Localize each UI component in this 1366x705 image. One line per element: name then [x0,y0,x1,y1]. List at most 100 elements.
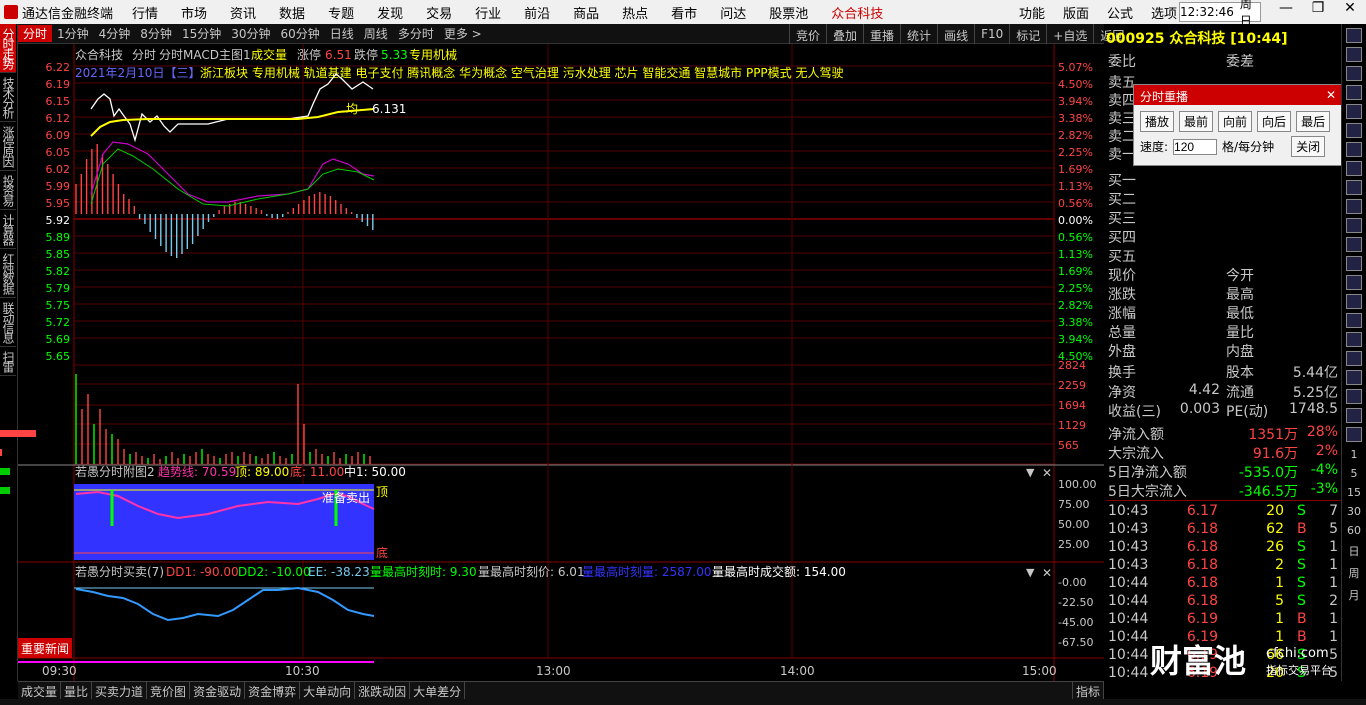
close-button[interactable]: ✕ [1334,0,1366,16]
bottom-tab[interactable]: 资金博弈 [245,682,301,699]
left-tab[interactable]: 扫雷 [0,347,16,376]
tool-button[interactable]: 竞价 [789,24,826,44]
sidebar-period[interactable]: 日 [1342,543,1366,559]
bottom-tab[interactable]: 买卖力道 [92,682,148,699]
menu-item[interactable]: 看市 [659,3,708,22]
left-tab[interactable]: 分时走势 [0,24,16,73]
period-tab[interactable]: 周线 [359,25,393,42]
minimize-button[interactable]: — [1270,0,1302,16]
sub2-close-icon: ✕ [1042,566,1052,580]
sidebar-period[interactable]: 月 [1342,587,1366,603]
sidebar-tool-icon[interactable] [1346,275,1362,290]
tool-button[interactable]: +自选 [1046,24,1093,44]
sidebar-tool-icon[interactable] [1346,351,1362,366]
menu-item[interactable]: 数据 [267,3,316,22]
sidebar-tool-icon[interactable] [1346,28,1362,43]
sidebar-tool-icon[interactable] [1346,142,1362,157]
sidebar-tool-icon[interactable] [1346,332,1362,347]
intraday-chart[interactable]: 6.22 6.19 6.15 6.12 6.09 6.05 6.02 5.99 5.95 5.92… [18,44,1104,681]
menu-item[interactable]: 商品 [561,3,610,22]
first-button[interactable]: 最前 [1179,111,1214,132]
sidebar-period[interactable]: 60 [1342,524,1366,537]
tool-button[interactable]: 叠加 [826,24,863,44]
sidebar-tool-icon[interactable] [1346,85,1362,100]
period-tab[interactable]: 60分钟 [276,25,325,42]
sidebar-tool-icon[interactable] [1346,218,1362,233]
bottom-tab[interactable]: 量比 [61,682,93,699]
sidebar-period[interactable]: 1 [1342,448,1366,461]
menu-item[interactable]: 交易 [414,3,463,22]
tool-button[interactable]: 标记 [1009,24,1046,44]
period-tab[interactable]: 4分钟 [94,25,136,42]
left-tab[interactable]: 涨停原因 [0,122,16,171]
sidebar-tool-icon[interactable] [1346,161,1362,176]
tool-button[interactable]: 画线 [937,24,974,44]
sidebar-tool-icon[interactable] [1346,408,1362,423]
period-tab[interactable]: 分时 [18,25,53,42]
sidebar-period[interactable]: 15 [1342,486,1366,499]
sidebar-tool-icon[interactable] [1346,66,1362,81]
menu-item[interactable]: 版面 [1054,3,1098,22]
tool-button[interactable]: 重播 [863,24,900,44]
menu-item[interactable]: 资讯 [218,3,267,22]
sidebar-period[interactable]: 30 [1342,505,1366,518]
sidebar-tool-icon[interactable] [1346,389,1362,404]
period-tab[interactable]: 30分钟 [226,25,275,42]
bottom-tab[interactable]: 资金驱动 [190,682,246,699]
next-button[interactable]: 向后 [1257,111,1292,132]
sidebar-tool-icon[interactable] [1346,294,1362,309]
sidebar-tool-icon[interactable] [1346,370,1362,385]
period-tab[interactable]: 日线 [325,25,359,42]
period-tab[interactable]: 多分时 [393,25,439,42]
sidebar-tool-icon[interactable] [1346,237,1362,252]
news-button[interactable]: 重要新闻 [21,641,69,656]
menu-item[interactable]: 市场 [169,3,218,22]
restore-button[interactable]: ❐ [1302,0,1334,16]
sidebar-tool-icon[interactable] [1346,256,1362,271]
left-tab[interactable]: 技术分析 [0,73,16,122]
play-button[interactable]: 播放 [1140,111,1175,132]
period-tab[interactable]: 更多 > [439,25,487,42]
sidebar-tool-icon[interactable] [1346,47,1362,62]
sidebar-tool-icon[interactable] [1346,123,1362,138]
last-button[interactable]: 最后 [1296,111,1331,132]
tool-button[interactable]: 统计 [900,24,937,44]
bottom-tab[interactable]: 成交量 [18,682,62,699]
sidebar-period[interactable]: 周 [1342,565,1366,581]
menu-item[interactable]: 行业 [463,3,512,22]
bottom-tab[interactable]: 大单动向 [300,682,356,699]
dialog-close-icon[interactable]: ✕ [1326,88,1336,102]
menu-item[interactable]: 发现 [365,3,414,22]
menu-item[interactable]: 行情 [120,3,169,22]
left-tab[interactable]: 联动信息 [0,298,16,347]
tool-button[interactable]: F10 [974,24,1009,44]
bottom-tab[interactable]: 大单差分 [410,682,466,699]
price-tick: 6.05 [46,146,71,159]
sidebar-tool-icon[interactable] [1346,104,1362,119]
prev-button[interactable]: 向前 [1218,111,1253,132]
menu-item[interactable]: 股票池 [757,3,819,22]
bottom-tab[interactable]: 竞价图 [147,682,191,699]
menu-item[interactable]: 前沿 [512,3,561,22]
menu-item[interactable]: 公式 [1098,3,1142,22]
left-tab[interactable]: 计算器 [0,210,16,249]
close-dialog-button[interactable]: 关闭 [1291,136,1326,157]
sidebar-tool-icon[interactable] [1346,313,1362,328]
sidebar-tool-icon[interactable] [1346,199,1362,214]
bottom-tab[interactable]: 涨跌动因 [355,682,411,699]
sidebar-tool-icon[interactable] [1346,180,1362,195]
period-tab[interactable]: 1分钟 [52,25,94,42]
menu-item[interactable]: 专题 [316,3,365,22]
bottom-tab[interactable]: 指标 [1071,682,1104,699]
menu-item[interactable]: 众合科技 [819,3,894,22]
speed-input[interactable] [1173,138,1218,155]
menu-item[interactable]: 问达 [708,3,757,22]
period-tab[interactable]: 15分钟 [177,25,226,42]
sidebar-period[interactable]: 5 [1342,467,1366,480]
menu-item[interactable]: 功能 [1010,3,1054,22]
sidebar-tool-icon[interactable] [1346,427,1362,442]
menu-item[interactable]: 热点 [610,3,659,22]
left-tab[interactable]: 投资易 [0,171,16,210]
period-tab[interactable]: 8分钟 [135,25,177,42]
left-tab[interactable]: 红烛数据 [0,249,16,298]
